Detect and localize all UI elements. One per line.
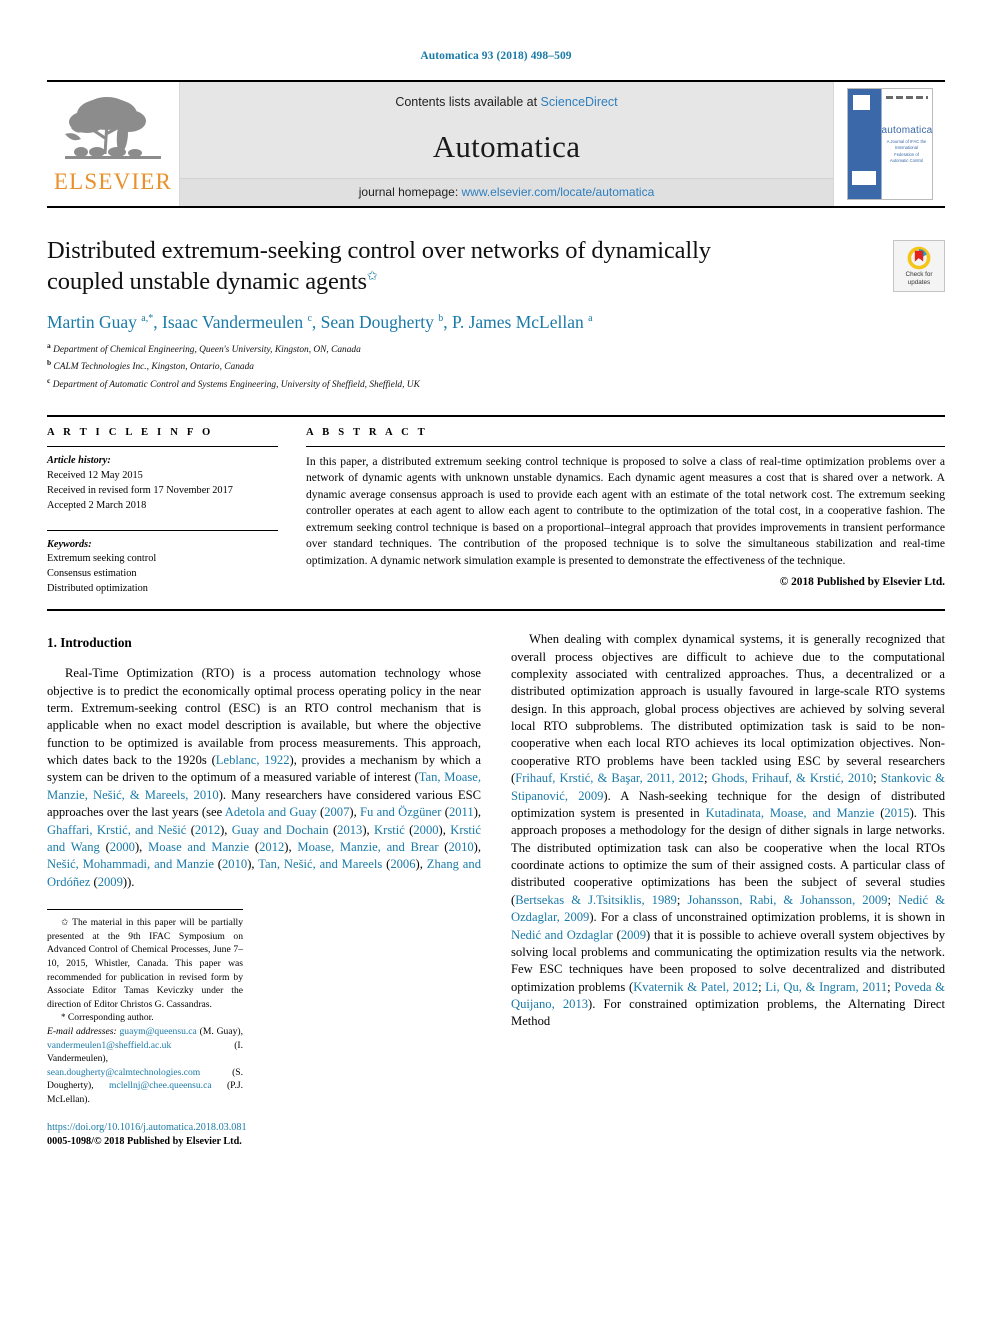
keywords-rule (47, 529, 278, 531)
paper-page: Automatica 93 (2018) 498–509 ELSEVIER Co… (0, 0, 992, 1323)
ifac-mark-icon (851, 171, 876, 185)
paragraph: Real-Time Optimization (RTO) is a proces… (47, 666, 482, 889)
affiliation-item: a Department of Chemical Engineering, Qu… (47, 340, 945, 358)
contents-prefix: Contents lists available at (395, 95, 541, 109)
cover-right-panel: automatica A Journal of IFAC the Interna… (880, 89, 933, 199)
email-list[interactable]: guaym@queensu.ca (M. Guay), vandermeulen… (47, 1026, 243, 1105)
running-head: Automatica 93 (2018) 498–509 (420, 50, 572, 62)
journal-masthead: ELSEVIER Contents lists available at Sci… (47, 80, 945, 208)
article-history: Article history: Received 12 May 2015 Re… (47, 454, 278, 514)
issn-copyright-line: 0005-1098/© 2018 Published by Elsevier L… (47, 1135, 242, 1147)
affiliation-text: Department of Automatic Control and Syst… (52, 380, 420, 391)
abstract-text: In this paper, a distributed extremum se… (306, 454, 945, 567)
masthead-center: Contents lists available at ScienceDirec… (180, 82, 833, 206)
keywords-label: Keywords: (47, 538, 92, 550)
article-history-item: Accepted 2 March 2018 (47, 499, 147, 511)
title-block: Distributed extremum-seeking control ove… (47, 236, 945, 393)
keywords-block: Keywords: Extremum seeking control Conse… (47, 538, 278, 598)
footnote-star: ✩ The material in this paper will be par… (47, 916, 243, 1011)
contents-available-line: Contents lists available at ScienceDirec… (395, 95, 617, 109)
elsevier-wordmark: ELSEVIER (53, 168, 173, 194)
footnote-corresponding-text: Corresponding author. (67, 1012, 154, 1024)
crossmark-badge[interactable]: Check for updates (893, 240, 945, 292)
footnote-asterisk-symbol: * (61, 1012, 66, 1023)
footnote-emails: E-mail addresses: guaym@queensu.ca (M. G… (47, 1025, 243, 1107)
cover-header-rule (885, 96, 928, 99)
footnote-star-symbol: ✩ (61, 917, 69, 928)
footnote-block: ✩ The material in this paper will be par… (47, 909, 247, 1150)
affiliation-item: b CALM Technologies Inc., Kingston, Onta… (47, 357, 945, 375)
keyword-item: Extremum seeking control (47, 553, 157, 565)
keyword-item: Distributed optimization (47, 583, 148, 595)
article-info-rule (47, 445, 278, 447)
sciencedirect-link[interactable]: ScienceDirect (541, 95, 618, 109)
paragraph: When dealing with complex dynamical syst… (511, 632, 946, 1029)
affiliation-item: c Department of Automatic Control and Sy… (47, 375, 945, 393)
journal-title: Automatica (432, 128, 581, 164)
abstract-heading: A B S T R A C T (306, 426, 428, 438)
author-list: Martin Guay a,*, Isaac Vandermeulen c, S… (47, 311, 593, 332)
crossmark-icon (907, 246, 931, 270)
article-history-label: Article history: (47, 454, 111, 466)
affiliation-list: a Department of Chemical Engineering, Qu… (47, 340, 945, 393)
article-history-item: Received in revised form 17 November 201… (47, 484, 233, 496)
article-history-item: Received 12 May 2015 (47, 469, 143, 481)
page-title: Distributed extremum-seeking control ove… (47, 236, 787, 298)
crossmark-label: Check for updates (906, 271, 933, 287)
abstract-column: A B S T R A C T In this paper, a distrib… (300, 427, 945, 597)
body-columns: 1. Introduction Real-Time Optimization (… (47, 631, 945, 1149)
affiliation-text: Department of Chemical Engineering, Quee… (53, 344, 361, 355)
homepage-prefix: journal homepage: (358, 185, 462, 199)
doi-block: https://doi.org/10.1016/j.automatica.201… (47, 1121, 247, 1150)
info-abstract-block: A R T I C L E I N F O Article history: R… (47, 414, 945, 612)
email-label: E-mail addresses: (47, 1025, 117, 1037)
elsevier-tree-icon (65, 96, 161, 159)
crossmark-label-line2: updates (907, 278, 931, 286)
cover-left-band (847, 89, 881, 199)
article-info-heading: A R T I C L E I N F O (47, 426, 214, 438)
keyword-item: Consensus estimation (47, 568, 137, 580)
affiliation-marker: c (47, 376, 51, 386)
abstract-rule (306, 445, 945, 447)
journal-homepage-link[interactable]: www.elsevier.com/locate/automatica (462, 185, 655, 199)
affiliation-marker: b (47, 358, 52, 368)
journal-cover-thumbnail: automatica A Journal of IFAC the Interna… (833, 82, 945, 206)
affiliation-marker: a (47, 340, 51, 350)
footnote-star-text: The material in this paper will be parti… (47, 917, 243, 1010)
paper-title-text: Distributed extremum-seeking control ove… (47, 237, 711, 295)
crossmark-label-line1: Check for (905, 270, 933, 278)
body-column-left: 1. Introduction Real-Time Optimization (… (47, 631, 481, 1149)
body-column-right: When dealing with complex dynamical syst… (511, 631, 945, 1149)
footnote-corresponding: * Corresponding author. (47, 1011, 243, 1025)
article-info-column: A R T I C L E I N F O Article history: R… (47, 427, 300, 597)
title-footnote-marker[interactable]: ✩ (367, 268, 378, 283)
elsevier-logo: ELSEVIER (47, 82, 180, 206)
doi-link[interactable]: https://doi.org/10.1016/j.automatica.201… (47, 1122, 247, 1133)
journal-homepage-bar: journal homepage: www.elsevier.com/locat… (180, 178, 833, 206)
abstract-copyright: © 2018 Published by Elsevier Ltd. (779, 576, 945, 588)
cover-image: automatica A Journal of IFAC the Interna… (846, 88, 933, 200)
cover-journal-subtitle: A Journal of IFAC the International Fede… (886, 139, 927, 163)
affiliation-text: CALM Technologies Inc., Kingston, Ontari… (53, 362, 254, 373)
elsevier-mark-icon (852, 95, 870, 110)
section-heading-introduction: 1. Introduction (47, 635, 132, 651)
cover-journal-title: automatica (881, 125, 933, 136)
